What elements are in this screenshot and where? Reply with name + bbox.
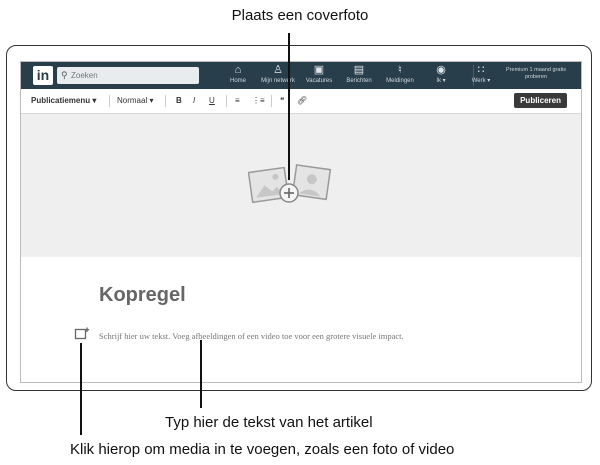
callout-cover-photo: Plaats een coverfoto [231,7,369,24]
toolbar-divider [271,95,272,107]
top-nav: in ⚲ ⌂ Home ♙ Mijn netwerk ▣ Vacatures ▤… [21,62,581,89]
quote-icon[interactable]: ❝ [280,96,284,105]
add-cover-photo-icon[interactable] [248,163,332,211]
search-icon: ⚲ [61,70,68,80]
callout-article-text: Typ hier de tekst van het artikel [165,414,373,431]
toolbar-divider [165,95,166,107]
home-icon: ⌂ [234,64,242,76]
avatar-icon: ◉ [436,64,446,76]
italic-button[interactable]: I [193,96,195,105]
editor-screen: in ⚲ ⌂ Home ♙ Mijn netwerk ▣ Vacatures ▤… [20,61,582,383]
editor-toolbar: Publicatiemenu ▾ Normaal ▾ B I U ≡ ⋮≡ ❝ … [21,89,581,114]
add-media-icon[interactable] [74,327,90,341]
link-icon[interactable]: 🔗︎ [297,96,307,105]
nav-home[interactable]: ⌂ Home [226,64,250,88]
article-body-field[interactable]: Schrijf hier uw tekst. Voeg afbeeldingen… [99,331,404,341]
premium-link[interactable]: Premium 1 maand gratis proberen [503,67,569,81]
toolbar-divider [226,95,227,107]
nav-notifications[interactable]: ♮ Meldingen [383,64,417,88]
publication-menu[interactable]: Publicatiemenu ▾ [31,96,96,105]
style-select[interactable]: Normaal ▾ [117,96,153,105]
chevron-down-icon: ▾ [149,96,154,105]
bell-icon: ♮ [398,64,402,76]
nav-messages[interactable]: ▤ Berichten [343,64,375,88]
cover-photo-area[interactable] [21,114,581,257]
search-input[interactable] [71,67,191,84]
nav-jobs[interactable]: ▣ Vacatures [303,64,335,88]
bold-button[interactable]: B [176,96,182,105]
callout-line-media [80,343,82,435]
headline-field[interactable]: Kopregel [99,284,186,307]
bullet-list-icon[interactable]: ⋮≡ [252,96,265,105]
nav-my-network[interactable]: ♙ Mijn netwerk [258,64,298,88]
messages-icon: ▤ [353,64,365,76]
search-box[interactable]: ⚲ [57,67,199,84]
publish-button[interactable]: Publiceren [514,93,567,108]
callout-add-media: Klik hierop om media in te voegen, zoals… [70,441,455,458]
nav-me[interactable]: ◉ Ik ▾ [429,64,453,88]
briefcase-icon: ▣ [313,64,325,76]
callout-line-cover [288,33,290,180]
underline-button[interactable]: U [209,96,215,105]
linkedin-logo[interactable]: in [33,66,53,85]
callout-line-text [200,340,202,408]
numbered-list-icon[interactable]: ≡ [235,96,240,105]
chevron-down-icon: ▾ [92,96,97,105]
grid-icon: ∷ [477,64,485,76]
nav-work[interactable]: ∷ Werk ▾ [465,64,497,88]
toolbar-divider [109,95,110,107]
network-icon: ♙ [273,64,283,76]
